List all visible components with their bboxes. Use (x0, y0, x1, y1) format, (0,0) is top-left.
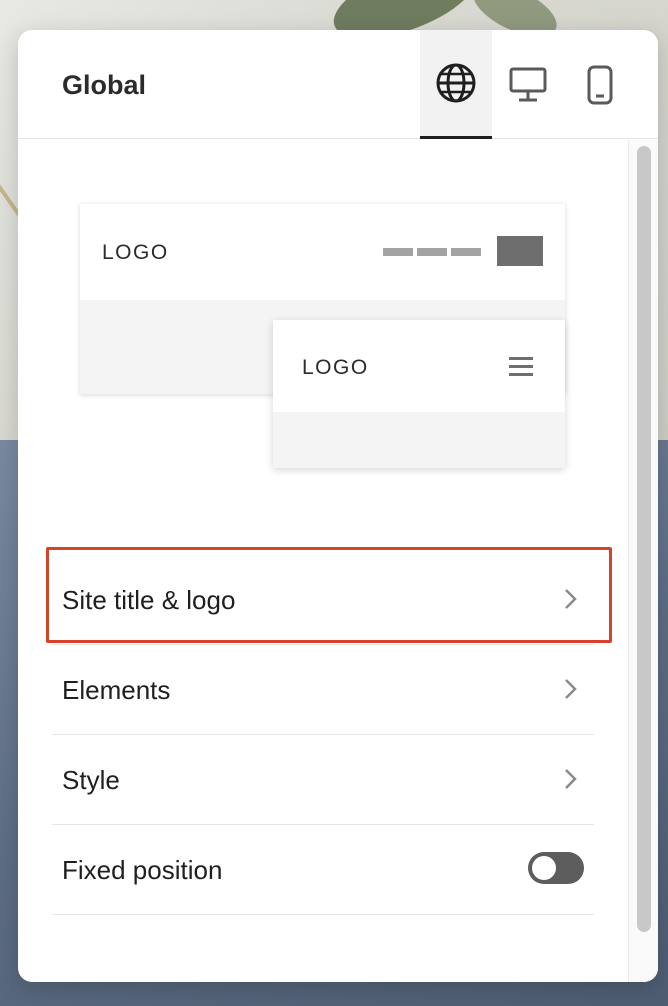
button-placeholder (497, 236, 543, 266)
chevron-right-icon (558, 587, 582, 611)
nav-placeholder (417, 248, 447, 256)
tab-mobile[interactable] (564, 30, 636, 139)
desktop-preview-bar: LOGO (80, 204, 565, 300)
header-settings-panel: Global LOGO LOGO Site title & logo Eleme… (18, 30, 658, 982)
mobile-header-preview: LOGO (273, 320, 565, 468)
nav-placeholder (383, 248, 413, 256)
menu-item-label: Elements (62, 675, 171, 705)
globe-icon (435, 62, 477, 104)
menu-item-label: Style (62, 765, 120, 795)
menu-item-label: Fixed position (62, 855, 223, 885)
scrollbar[interactable] (628, 140, 658, 982)
nav-placeholder (451, 248, 481, 256)
menu-item-fixed-position: Fixed position (52, 825, 594, 915)
menu-item-elements[interactable]: Elements (52, 645, 594, 735)
mobile-preview-logo: LOGO (302, 356, 369, 379)
desktop-preview-logo: LOGO (102, 241, 169, 264)
tab-global[interactable] (420, 30, 492, 139)
scrollbar-thumb[interactable] (637, 146, 651, 932)
panel-title: Global (62, 70, 147, 100)
chevron-right-icon (558, 767, 582, 791)
tab-desktop[interactable] (492, 30, 564, 139)
fixed-position-toggle[interactable] (528, 852, 584, 884)
chevron-right-icon (558, 677, 582, 701)
mobile-preview-bar: LOGO (273, 320, 565, 412)
hamburger-icon (509, 357, 533, 377)
toggle-knob (532, 856, 556, 880)
panel-header: Global (18, 30, 658, 139)
menu-item-label: Site title & logo (62, 585, 236, 615)
mobile-icon (587, 65, 613, 105)
desktop-icon (509, 67, 547, 103)
menu-item-style[interactable]: Style (52, 735, 594, 825)
menu-item-site-title-logo[interactable]: Site title & logo (52, 555, 594, 645)
panel-body: LOGO LOGO Site title & logo Elements Sty… (18, 140, 628, 982)
